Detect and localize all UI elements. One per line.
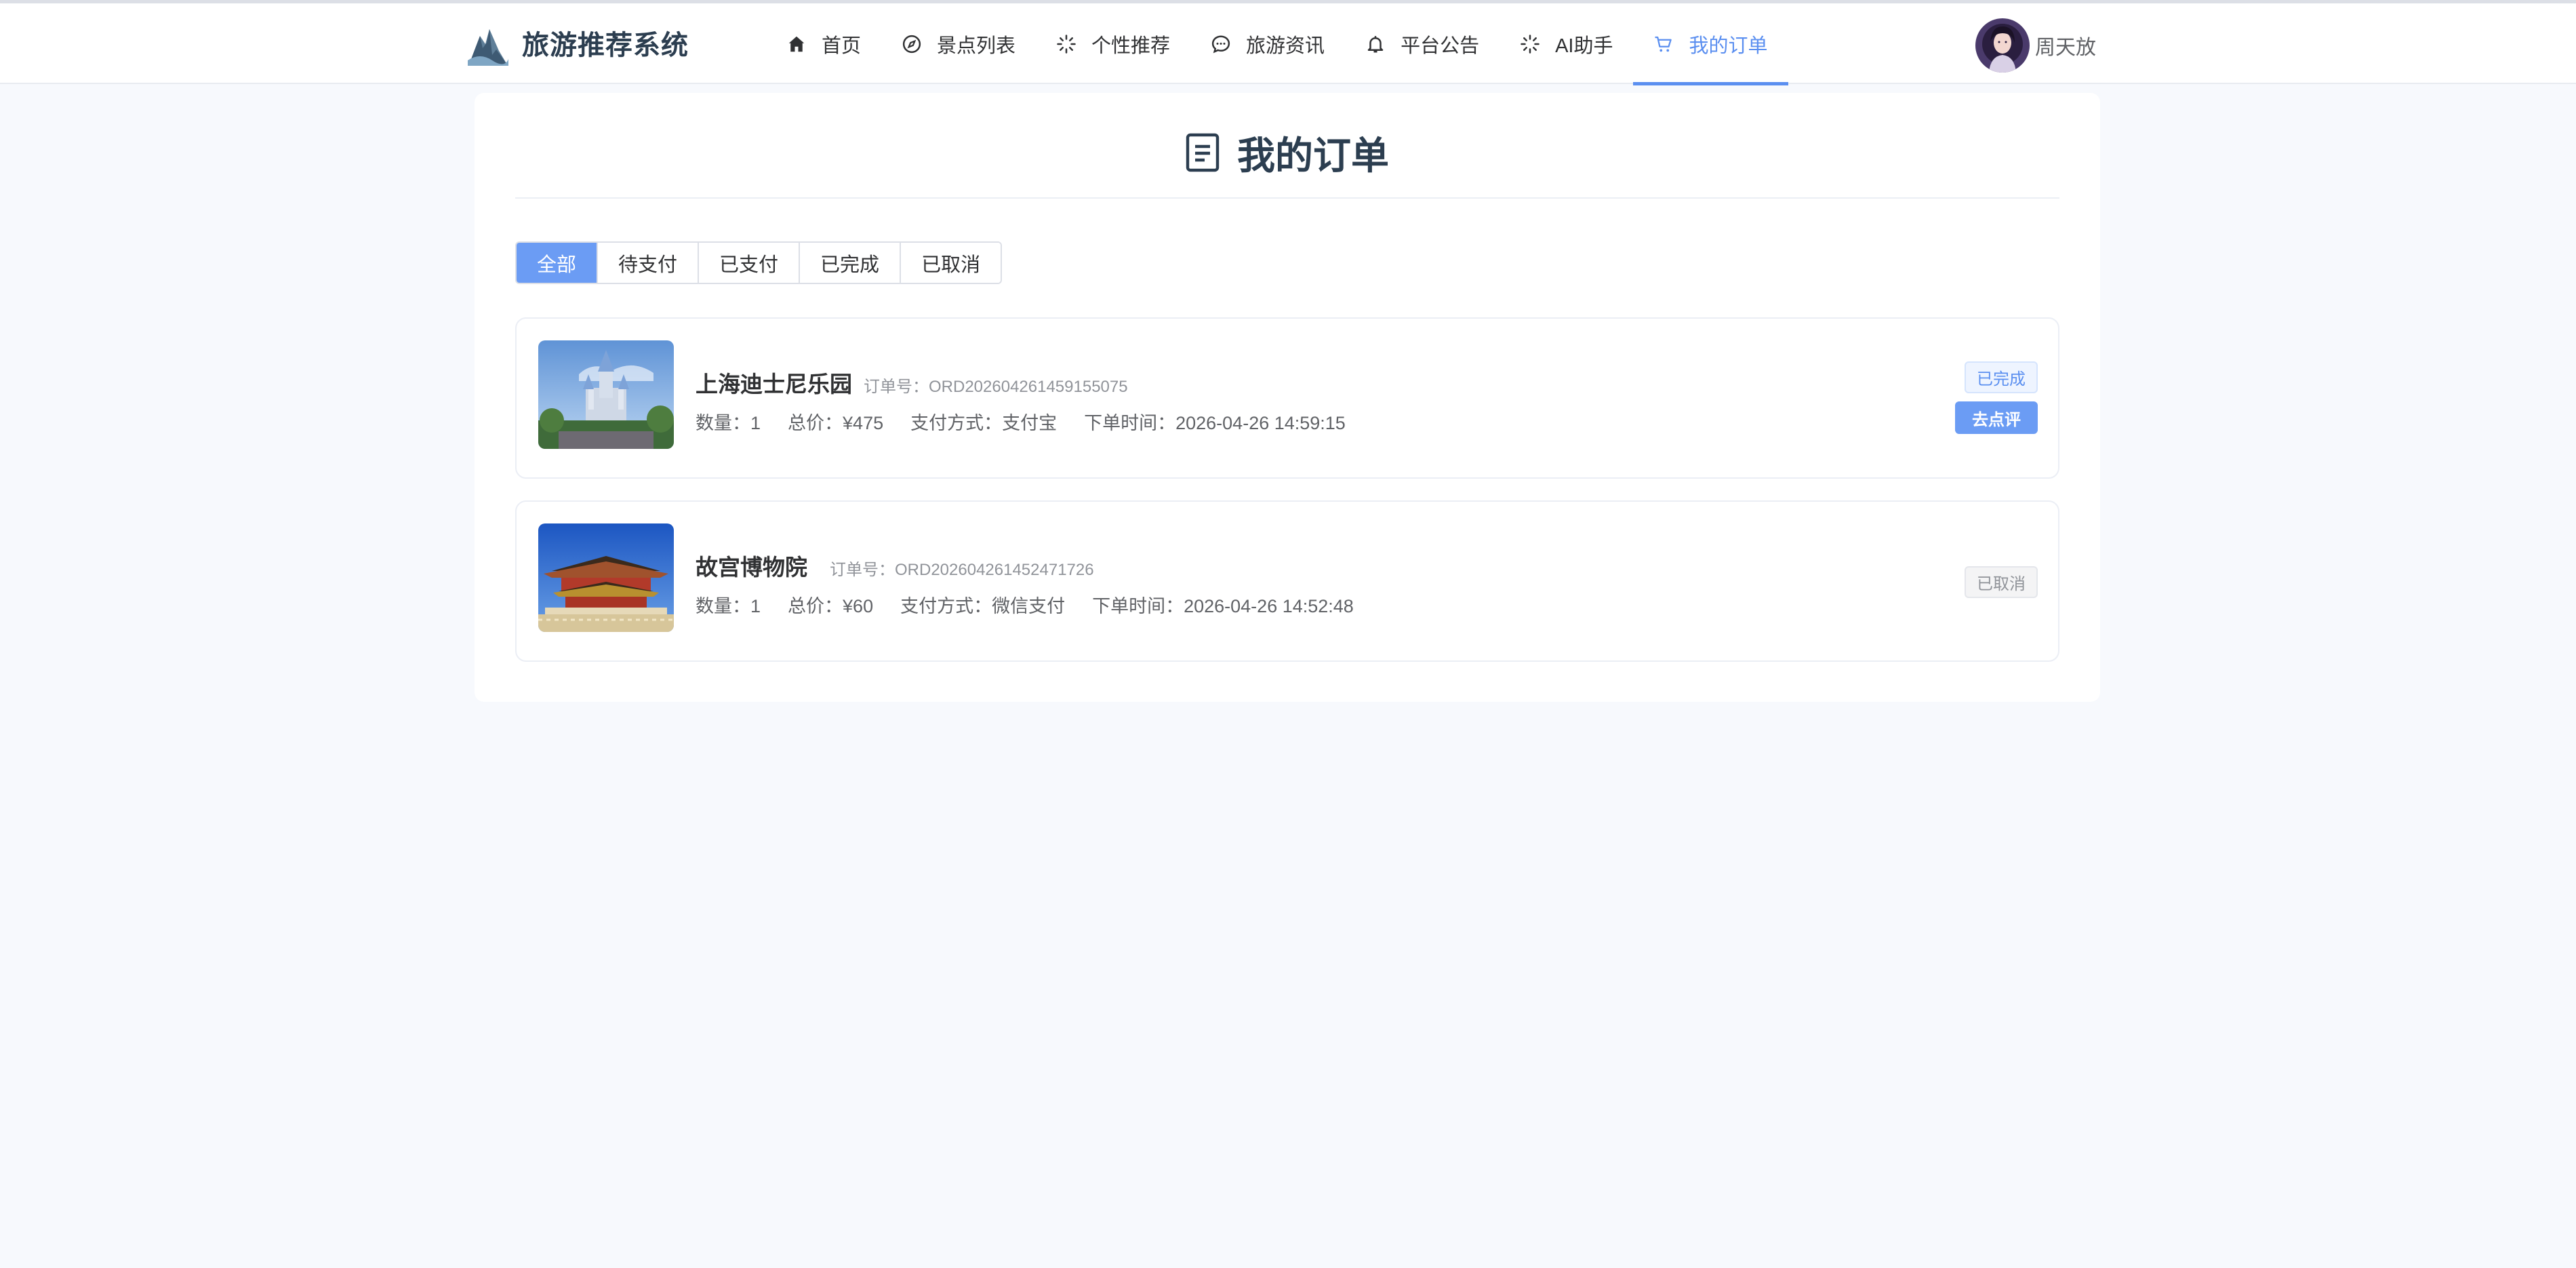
tab-completed[interactable]: 已完成 bbox=[800, 243, 902, 283]
tab-cancelled[interactable]: 已取消 bbox=[901, 243, 1001, 283]
user-menu[interactable]: 周天放 bbox=[1975, 18, 2096, 73]
page-header: 我的订单 bbox=[515, 117, 2059, 199]
orders-panel: 我的订单 全部 待支付 已支付 已完成 已取消 上海迪士尼乐园 订单号：ORD2… bbox=[475, 93, 2100, 702]
order-total: 总价：¥60 bbox=[788, 596, 874, 616]
nav-item-recommend[interactable]: 个性推荐 bbox=[1036, 3, 1190, 84]
status-badge: 已取消 bbox=[1965, 566, 2038, 598]
site-title[interactable]: 旅游推荐系统 bbox=[522, 26, 689, 64]
order-time: 下单时间：2026-04-26 14:52:48 bbox=[1092, 596, 1354, 616]
tab-pending-payment[interactable]: 待支付 bbox=[598, 243, 700, 283]
order-time: 下单时间：2026-04-26 14:59:15 bbox=[1084, 413, 1346, 433]
nav-item-my-orders[interactable]: 我的订单 bbox=[1633, 3, 1788, 85]
order-number-label: 订单号： bbox=[864, 378, 929, 396]
nav-label: 平台公告 bbox=[1401, 35, 1480, 57]
compass-icon bbox=[902, 35, 921, 53]
nav-label: AI助手 bbox=[1555, 35, 1613, 57]
attraction-name[interactable]: 上海迪士尼乐园 bbox=[696, 366, 852, 399]
top-navbar: 旅游推荐系统 首页 景点列表 个性推荐 旅游资讯 平台公告 AI助手 我的订单 bbox=[0, 3, 2576, 85]
nav-item-attractions[interactable]: 景点列表 bbox=[881, 3, 1036, 84]
order-quantity: 数量：1 bbox=[696, 413, 761, 433]
nav-label: 景点列表 bbox=[937, 35, 1016, 57]
loading-icon bbox=[1521, 34, 1539, 54]
order-number-label: 订单号： bbox=[830, 561, 895, 579]
main-nav: 首页 景点列表 个性推荐 旅游资讯 平台公告 AI助手 我的订单 bbox=[766, 3, 1788, 85]
avatar-image bbox=[1975, 18, 2030, 73]
order-quantity: 数量：1 bbox=[696, 596, 761, 616]
review-button[interactable]: 去点评 bbox=[1955, 401, 2038, 434]
order-payment-method: 支付方式：微信支付 bbox=[900, 596, 1066, 616]
home-icon bbox=[788, 36, 805, 52]
order-details: 数量：1 总价：¥60 支付方式：微信支付 下单时间：2026-04-26 14… bbox=[696, 591, 1381, 618]
order-card[interactable]: 故宫博物院 订单号：ORD202604261452471726 数量：1 总价：… bbox=[515, 500, 2059, 662]
order-number: 订单号：ORD202604261459155075 bbox=[864, 373, 1128, 397]
forbidden-city-image bbox=[538, 523, 674, 632]
user-name[interactable]: 周天放 bbox=[2035, 31, 2096, 60]
status-badge: 已完成 bbox=[1965, 361, 2038, 393]
attraction-thumbnail[interactable] bbox=[538, 340, 674, 449]
order-status-tabs: 全部 待支付 已支付 已完成 已取消 bbox=[515, 241, 1003, 284]
order-number-value: ORD202604261459155075 bbox=[929, 378, 1128, 396]
nav-item-announcements[interactable]: 平台公告 bbox=[1345, 3, 1500, 84]
avatar[interactable] bbox=[1975, 18, 2030, 73]
order-details: 数量：1 总价：¥475 支付方式：支付宝 下单时间：2026-04-26 14… bbox=[696, 408, 1373, 435]
order-payment-method: 支付方式：支付宝 bbox=[910, 413, 1058, 433]
cart-icon bbox=[1655, 36, 1672, 52]
document-icon bbox=[1186, 133, 1220, 172]
nav-label: 个性推荐 bbox=[1091, 35, 1171, 57]
bell-icon bbox=[1367, 35, 1384, 52]
nav-label: 旅游资讯 bbox=[1246, 35, 1325, 57]
order-total: 总价：¥475 bbox=[788, 413, 884, 433]
nav-label: 首页 bbox=[822, 35, 862, 57]
chat-icon bbox=[1211, 35, 1230, 53]
nav-label: 我的订单 bbox=[1689, 35, 1768, 57]
tab-all[interactable]: 全部 bbox=[517, 243, 599, 283]
nav-item-ai-assistant[interactable]: AI助手 bbox=[1500, 3, 1633, 84]
order-card[interactable]: 上海迪士尼乐园 订单号：ORD202604261459155075 数量：1 总… bbox=[515, 317, 2059, 479]
attraction-thumbnail[interactable] bbox=[538, 523, 674, 632]
loading-icon bbox=[1057, 34, 1076, 54]
disney-castle-image bbox=[538, 340, 674, 449]
order-number: 订单号：ORD202604261452471726 bbox=[830, 556, 1094, 580]
mountain-logo-icon bbox=[468, 29, 508, 66]
page-title: 我的订单 bbox=[1237, 134, 1389, 177]
attraction-name[interactable]: 故宫博物院 bbox=[696, 549, 807, 582]
nav-item-news[interactable]: 旅游资讯 bbox=[1190, 3, 1345, 84]
tab-paid[interactable]: 已支付 bbox=[699, 243, 801, 283]
nav-item-home[interactable]: 首页 bbox=[766, 3, 881, 84]
order-number-value: ORD202604261452471726 bbox=[895, 561, 1094, 579]
